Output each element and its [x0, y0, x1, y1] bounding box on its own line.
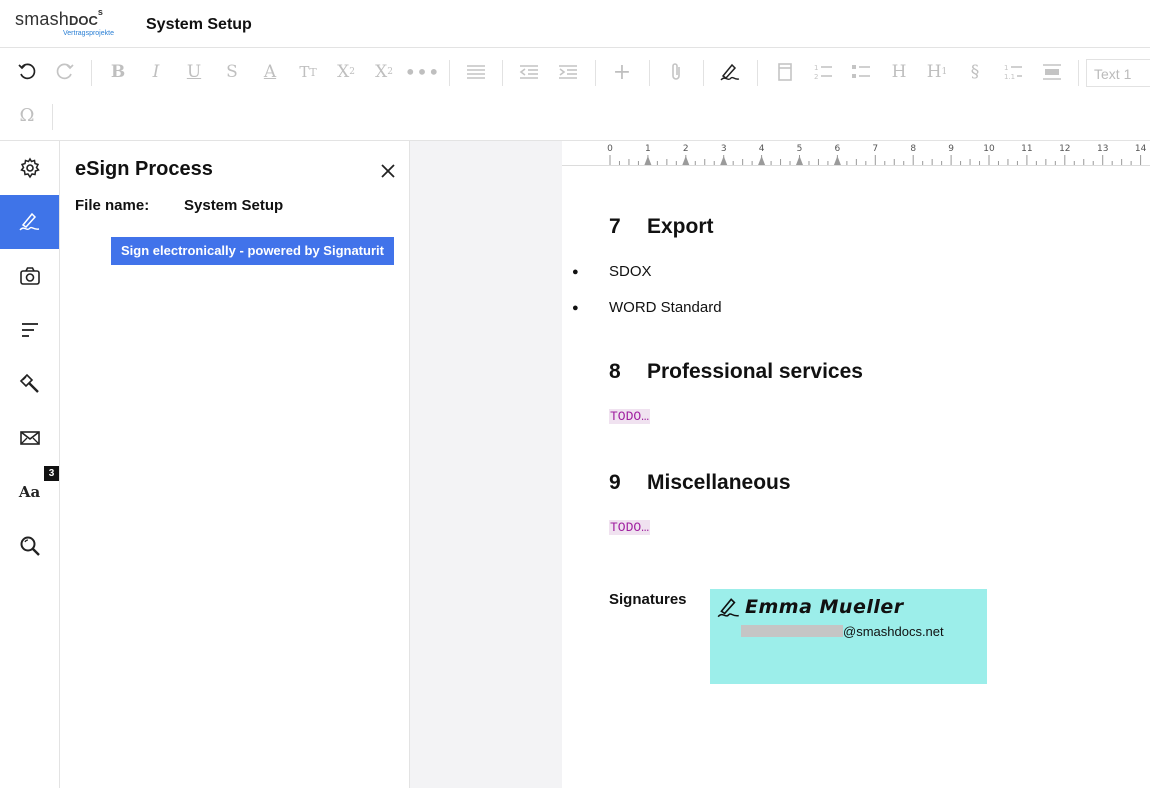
logo-bold: DOC — [69, 13, 98, 28]
section-number: 7 — [609, 215, 621, 238]
paragraph-icon[interactable]: § — [963, 60, 987, 84]
typography-badge: 3 — [44, 466, 59, 481]
ruler-tick-label: 8 — [910, 144, 916, 154]
esign-icon[interactable] — [0, 195, 59, 249]
subscript-icon[interactable]: X2 — [372, 60, 396, 84]
list-item: WORD Standard — [572, 299, 721, 317]
redo-icon[interactable] — [53, 60, 77, 84]
align-icon[interactable] — [464, 60, 488, 84]
mail-icon[interactable] — [0, 411, 59, 465]
italic-icon[interactable]: I — [144, 60, 168, 84]
document-title: System Setup — [146, 16, 252, 33]
heading-level-icon[interactable]: H1 — [925, 60, 949, 84]
more-icon[interactable]: ••• — [404, 60, 439, 84]
ruler-tick-label: 7 — [872, 144, 878, 154]
omega-icon[interactable]: Ω — [15, 103, 39, 127]
list-item: SDOX — [572, 263, 651, 281]
paragraph-style-select[interactable]: Text 1 — [1086, 59, 1150, 87]
todo-placeholder: TODO… — [609, 520, 651, 535]
section-title: Miscellaneous — [647, 471, 791, 494]
section-title: Professional services — [647, 360, 863, 383]
ruler-tick-label: 6 — [835, 144, 841, 154]
svg-text:1: 1 — [814, 64, 818, 72]
app-logo[interactable]: smashDOCs Vertragsprojekte — [15, 7, 119, 39]
design-icon[interactable] — [0, 357, 59, 411]
bullet-list-icon[interactable] — [849, 60, 873, 84]
block-icon[interactable] — [1040, 60, 1064, 84]
section-title: Export — [647, 215, 714, 238]
document-page[interactable]: 7 Export SDOX WORD Standard 8 Profession… — [562, 166, 1150, 788]
signer-name: Emma Mueller — [745, 596, 904, 618]
numbering-icon[interactable]: 1 1.1 — [1001, 60, 1025, 84]
signer-email: @smashdocs.net — [741, 624, 944, 639]
attachment-icon[interactable] — [664, 60, 688, 84]
file-name-value: System Setup — [184, 197, 284, 214]
close-icon[interactable] — [378, 161, 398, 181]
section-number: 9 — [609, 471, 621, 494]
ruler-tick-label: 4 — [759, 144, 765, 154]
section-number: 8 — [609, 360, 621, 383]
search-icon[interactable] — [0, 519, 59, 573]
signature-box[interactable]: Emma Mueller @smashdocs.net — [710, 589, 987, 684]
outdent-icon[interactable] — [517, 60, 541, 84]
side-rail: Aa 3 — [0, 141, 60, 788]
heading-icon[interactable]: H — [887, 60, 911, 84]
tab-stop-marker[interactable] — [758, 156, 766, 165]
text-color-icon[interactable]: A — [258, 60, 282, 84]
tab-stop-marker[interactable] — [833, 156, 841, 165]
ruler-tick-label: 10 — [983, 144, 995, 154]
underline-icon[interactable]: U — [182, 60, 206, 84]
redacted-email — [741, 625, 843, 637]
tab-stop-marker[interactable] — [682, 156, 690, 165]
email-domain: @smashdocs.net — [843, 624, 944, 639]
signatures-label: Signatures — [609, 591, 687, 608]
logo-tagline: Vertragsprojekte — [63, 30, 114, 37]
bold-icon[interactable]: B — [106, 60, 130, 84]
app-header: smashDOCs Vertragsprojekte System Setup — [0, 0, 1150, 48]
ruler-tick-label: 1 — [645, 144, 651, 154]
esign-panel: eSign Process File name: System Setup Si… — [60, 141, 410, 788]
svg-text:2: 2 — [814, 73, 818, 81]
ruler-tick-label: 14 — [1135, 144, 1147, 154]
logo-sup: s — [97, 7, 104, 17]
ruler-tick-label: 2 — [683, 144, 689, 154]
font-size-icon[interactable]: TT — [296, 60, 320, 84]
file-name-label: File name: — [75, 197, 150, 214]
ruler-tick-label: 13 — [1097, 144, 1108, 154]
ruler-tick-label: 3 — [721, 144, 727, 154]
tab-stop-marker[interactable] — [644, 156, 652, 165]
signature-icon — [716, 596, 742, 625]
outline-icon[interactable] — [0, 303, 59, 357]
ruler: 0 1 2 3 4 5 6 7 8 9 10 11 12 13 14 — [562, 141, 1150, 166]
indent-icon[interactable] — [556, 60, 580, 84]
tab-stop-marker[interactable] — [720, 156, 728, 165]
ruler-tick-label: 0 — [607, 144, 613, 154]
svg-text:1: 1 — [1004, 64, 1008, 72]
ruler-tick-label: 11 — [1021, 144, 1032, 154]
undo-icon[interactable] — [15, 60, 39, 84]
strikethrough-icon[interactable]: S — [220, 60, 244, 84]
superscript-icon[interactable]: X2 — [334, 60, 358, 84]
sign-electronically-button[interactable]: Sign electronically - powered by Signatu… — [111, 237, 394, 265]
ruler-tick-label: 9 — [948, 144, 954, 154]
panel-title: eSign Process — [75, 158, 213, 180]
ruler-tick-label: 12 — [1059, 144, 1070, 154]
ordered-list-icon[interactable]: 12 — [811, 60, 835, 84]
svg-text:1.1: 1.1 — [1004, 73, 1015, 81]
todo-placeholder: TODO… — [609, 409, 651, 424]
camera-icon[interactable] — [0, 249, 59, 303]
logo-word: smash — [15, 9, 70, 29]
ruler-tick-label: 5 — [797, 144, 803, 154]
tab-stop-marker[interactable] — [796, 156, 803, 165]
editor-toolbar: B I U S A TT X2 X2 ••• + 1 2 H H 1 § 1 1… — [0, 48, 1150, 141]
settings-icon[interactable] — [0, 141, 59, 195]
page-icon[interactable] — [773, 60, 797, 84]
add-icon[interactable]: + — [610, 60, 634, 85]
signature-icon[interactable] — [718, 60, 742, 84]
